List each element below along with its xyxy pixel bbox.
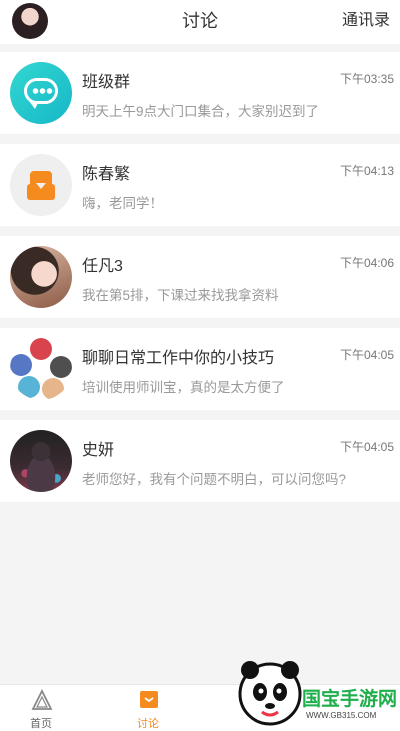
tab-discuss-label: 讨论 [137, 718, 159, 730]
group-chat-icon [10, 62, 72, 124]
watermark-brand: 国宝手游网 [302, 689, 398, 710]
avatar [10, 430, 72, 492]
tab-home-label: 首页 [30, 718, 52, 730]
contacts-button[interactable]: 通讯录 [342, 0, 390, 42]
chat-last-message: 我在第5排，下课过来找我拿资料 [82, 288, 279, 303]
chat-name: 史妍 [82, 442, 115, 459]
chat-name: 班级群 [82, 74, 131, 91]
chat-item-tips-group[interactable]: 聊聊日常工作中你的小技巧 下午04:05 培训使用师训宝，真的是太方便了 [0, 328, 400, 410]
chat-name: 陈春繁 [82, 166, 131, 183]
chat-name: 聊聊日常工作中你的小技巧 [82, 350, 275, 367]
chat-item-class-group[interactable]: 班级群 下午03:35 明天上午9点大门口集合，大家别迟到了 [0, 52, 400, 134]
watermark-url: WWW.GB315.COM [306, 711, 377, 720]
top-bar: 讨论 通讯录 [0, 0, 400, 44]
page-title: 讨论 [182, 11, 218, 31]
chat-time: 下午04:06 [339, 256, 394, 270]
avatar [10, 246, 72, 308]
chat-name: 任凡3 [82, 258, 123, 275]
chat-time: 下午03:35 [339, 72, 394, 86]
chat-time: 下午04:13 [339, 164, 394, 178]
chat-last-message: 培训使用师训宝，真的是太方便了 [82, 380, 285, 395]
tab-discuss[interactable]: 讨论 [108, 685, 188, 731]
chat-item-chen-chunfan[interactable]: 陈春繁 下午04:13 嗨，老同学！ [0, 144, 400, 226]
default-user-icon [10, 154, 72, 216]
home-triangle-icon [31, 689, 53, 710]
chat-item-ren-fan[interactable]: 任凡3 下午04:06 我在第5排，下课过来找我拿资料 [0, 236, 400, 318]
chat-last-message: 明天上午9点大门口集合，大家别迟到了 [82, 104, 320, 119]
watermark-logo: 国宝手游网 WWW.GB315.COM [238, 656, 400, 730]
chat-last-message: 老师您好，我有个问题不明白，可以问您吗? [82, 472, 347, 487]
chat-item-shi-yan[interactable]: 史妍 下午04:05 老师您好，我有个问题不明白，可以问您吗? [0, 420, 400, 502]
chat-time: 下午04:05 [339, 348, 394, 362]
chat-time: 下午04:05 [339, 440, 394, 454]
chat-last-message: 嗨，老同学！ [82, 196, 163, 211]
group-members-avatar [10, 338, 72, 400]
discuss-icon [140, 691, 158, 708]
tab-home[interactable]: 首页 [1, 685, 81, 731]
